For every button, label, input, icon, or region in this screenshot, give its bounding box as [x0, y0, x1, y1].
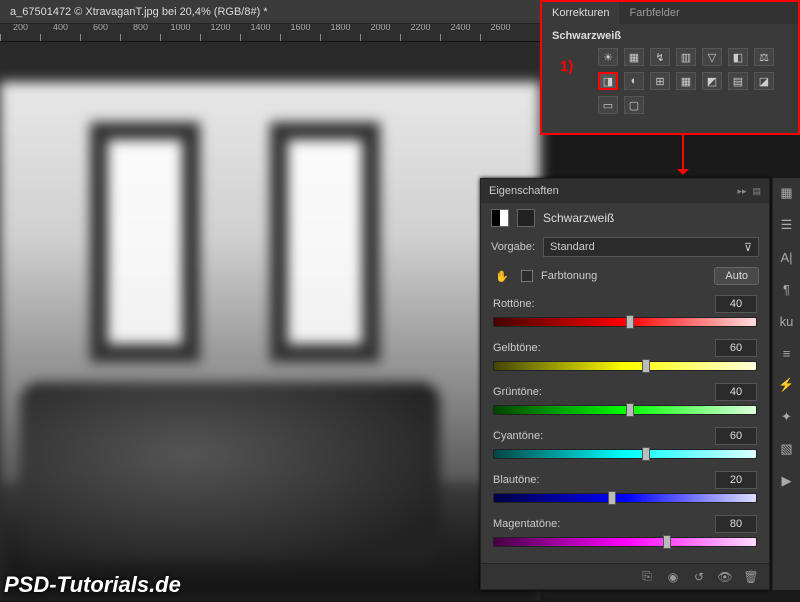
invert-icon[interactable]: ◩	[702, 72, 722, 90]
slider-track[interactable]	[493, 537, 757, 547]
exposure-icon[interactable]: ▥	[676, 48, 696, 66]
document-title: a_67501472 © XtravaganT.jpg bei 20,4% (R…	[10, 6, 268, 18]
korrekturen-panel: Korrekturen Farbfelder Schwarzweiß 1) ☀ ▦…	[540, 0, 800, 135]
slider-4: Blautöne: 20	[481, 467, 769, 511]
brightness-icon[interactable]: ☀	[598, 48, 618, 66]
slider-label: Gelbtöne:	[493, 342, 541, 354]
bw-icon[interactable]: ◨	[598, 72, 618, 90]
actions-icon[interactable]: ⚡	[778, 376, 796, 394]
chevron-updown-icon: ⊽	[744, 241, 752, 254]
horizontal-ruler: 2004006008001000120014001600180020002200…	[0, 24, 540, 42]
canvas-area[interactable]	[0, 42, 540, 600]
posterize-icon[interactable]: ▤	[728, 72, 748, 90]
play-icon[interactable]: ▶	[778, 472, 796, 490]
slider-track[interactable]	[493, 317, 757, 327]
auto-button[interactable]: Auto	[714, 267, 759, 285]
adjustments-icon[interactable]: ✦	[778, 408, 796, 426]
slider-value-input[interactable]: 20	[715, 471, 757, 489]
layers-icon[interactable]: ☰	[778, 216, 796, 234]
slider-label: Rottöne:	[493, 298, 535, 310]
step-label: 1)	[560, 58, 573, 75]
delete-icon[interactable]: 🗑	[743, 569, 759, 585]
reset-view-icon[interactable]: ◉	[665, 569, 681, 585]
callout-arrow	[682, 133, 684, 173]
histogram-icon[interactable]: ▦	[778, 184, 796, 202]
slider-3: Cyantöne: 60	[481, 423, 769, 467]
align-icon[interactable]: ≡	[778, 344, 796, 362]
slider-value-input[interactable]: 60	[715, 427, 757, 445]
right-dock: ▦ ☰ A| ¶ ku ≡ ⚡ ✦ ▧ ▶	[772, 178, 800, 590]
clip-icon[interactable]: ⎘	[639, 569, 655, 585]
eigenschaften-panel: Eigenschaften ▸▸ ▤ Schwarzweiß Vorgabe: …	[480, 178, 770, 590]
paragraph-icon[interactable]: ¶	[778, 280, 796, 298]
slider-value-input[interactable]: 40	[715, 383, 757, 401]
korrekturen-tabs: Korrekturen Farbfelder	[542, 2, 798, 24]
preset-value: Standard	[550, 241, 595, 253]
slider-track[interactable]	[493, 449, 757, 459]
visibility-icon[interactable]: 👁	[717, 569, 733, 585]
threshold-icon[interactable]: ◪	[754, 72, 774, 90]
tab-korrekturen[interactable]: Korrekturen	[542, 2, 619, 24]
slider-thumb[interactable]	[642, 359, 650, 373]
kuler-icon[interactable]: ku	[778, 312, 796, 330]
korrekturen-title: Schwarzweiß	[542, 24, 798, 48]
slider-thumb[interactable]	[626, 315, 634, 329]
slider-label: Blautöne:	[493, 474, 539, 486]
slider-track[interactable]	[493, 361, 757, 371]
character-icon[interactable]: A|	[778, 248, 796, 266]
slider-label: Magentatöne:	[493, 518, 560, 530]
eigenschaften-title: Eigenschaften	[489, 185, 559, 197]
slider-value-input[interactable]: 40	[715, 295, 757, 313]
targeted-adjust-icon[interactable]: ✋	[491, 267, 513, 285]
canvas-image	[0, 82, 540, 602]
slider-1: Gelbtöne: 60	[481, 335, 769, 379]
tint-checkbox[interactable]	[521, 270, 533, 282]
eigenschaften-header[interactable]: Eigenschaften ▸▸ ▤	[481, 179, 769, 203]
slider-value-input[interactable]: 60	[715, 339, 757, 357]
collapse-icon[interactable]: ▸▸	[737, 186, 746, 197]
watermark: PSD-Tutorials.de	[4, 572, 181, 598]
slider-thumb[interactable]	[608, 491, 616, 505]
slider-track[interactable]	[493, 405, 757, 415]
slider-value-input[interactable]: 80	[715, 515, 757, 533]
slider-thumb[interactable]	[642, 447, 650, 461]
lookup-icon[interactable]: ▦	[676, 72, 696, 90]
slider-track[interactable]	[493, 493, 757, 503]
curves-icon[interactable]: ↯	[650, 48, 670, 66]
document-tab[interactable]: a_67501472 © XtravaganT.jpg bei 20,4% (R…	[0, 0, 540, 24]
vibrance-icon[interactable]: ▽	[702, 48, 722, 66]
preset-select[interactable]: Standard ⊽	[543, 237, 759, 257]
gallery-icon[interactable]: ▧	[778, 440, 796, 458]
preset-label: Vorgabe:	[491, 241, 535, 253]
slider-0: Rottöne: 40	[481, 291, 769, 335]
levels-icon[interactable]: ▦	[624, 48, 644, 66]
hue-icon[interactable]: ◧	[728, 48, 748, 66]
tint-label: Farbtonung	[541, 270, 597, 282]
adjustment-title: Schwarzweiß	[543, 211, 614, 225]
slider-thumb[interactable]	[626, 403, 634, 417]
selective-color-icon[interactable]: ▢	[624, 96, 644, 114]
panel-menu-icon[interactable]: ▤	[752, 186, 761, 197]
color-balance-icon[interactable]: ⚖	[754, 48, 774, 66]
photo-filter-icon[interactable]: ◐	[624, 72, 644, 90]
mask-icon[interactable]	[517, 209, 535, 227]
tab-farbfelder[interactable]: Farbfelder	[619, 2, 689, 24]
channel-mixer-icon[interactable]: ⊞	[650, 72, 670, 90]
gradient-map-icon[interactable]: ▭	[598, 96, 618, 114]
slider-thumb[interactable]	[663, 535, 671, 549]
slider-5: Magentatöne: 80	[481, 511, 769, 555]
bw-adjustment-icon	[491, 209, 509, 227]
slider-label: Grüntöne:	[493, 386, 542, 398]
slider-2: Grüntöne: 40	[481, 379, 769, 423]
reset-icon[interactable]: ↺	[691, 569, 707, 585]
slider-label: Cyantöne:	[493, 430, 543, 442]
